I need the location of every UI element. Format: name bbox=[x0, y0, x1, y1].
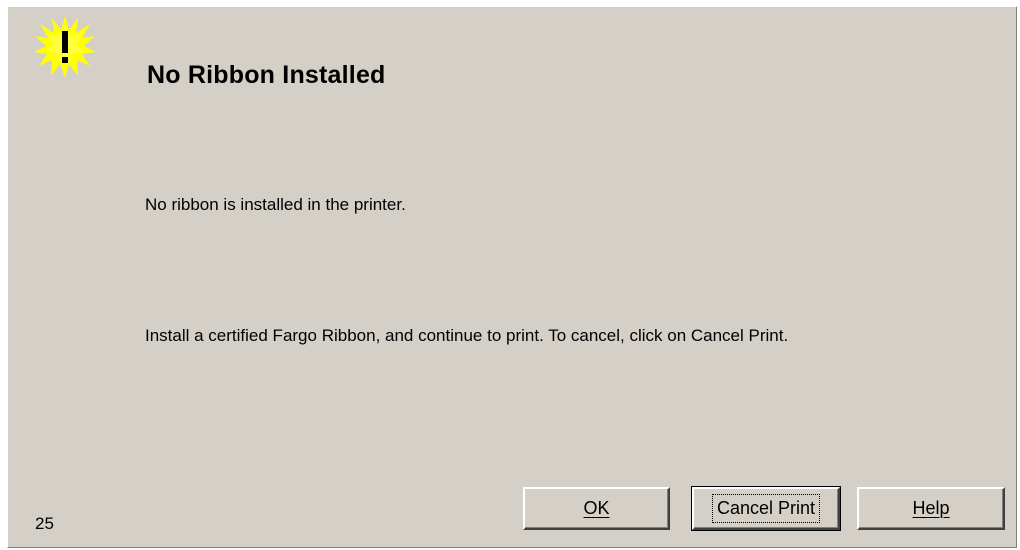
error-dialog: No Ribbon Installed No ribbon is install… bbox=[7, 6, 1017, 548]
ok-button-label: OK bbox=[583, 498, 610, 518]
help-button-label: Help bbox=[912, 498, 950, 518]
dialog-title: No Ribbon Installed bbox=[147, 61, 386, 89]
cancel-print-button-label: Cancel Print bbox=[711, 494, 821, 523]
cancel-print-button[interactable]: Cancel Print bbox=[691, 486, 841, 531]
message-no-ribbon: No ribbon is installed in the printer. bbox=[145, 195, 406, 214]
help-button[interactable]: Help bbox=[857, 487, 1005, 530]
message-instructions: Install a certified Fargo Ribbon, and co… bbox=[145, 326, 789, 345]
ok-button[interactable]: OK bbox=[523, 487, 670, 530]
warning-exclamation-icon bbox=[32, 14, 98, 80]
error-code: 25 bbox=[35, 514, 54, 533]
